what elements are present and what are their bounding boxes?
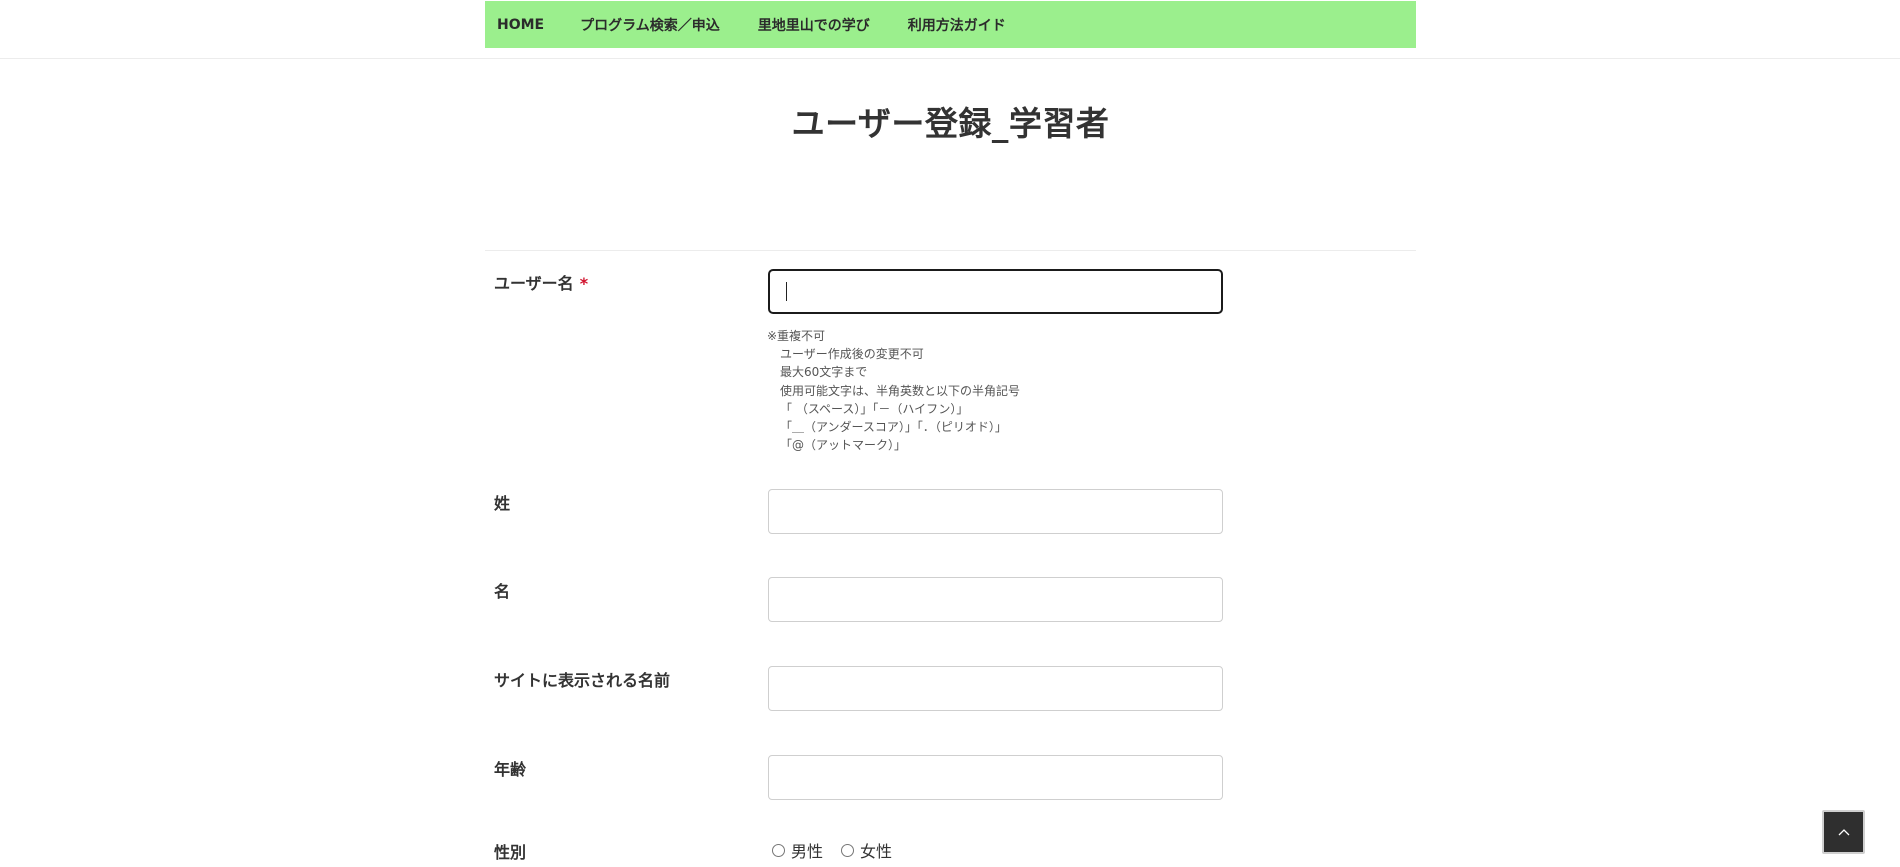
- nav-program-search-link[interactable]: プログラム検索／申込: [580, 15, 720, 35]
- help-line: ※重複不可: [767, 329, 826, 343]
- help-line: 使用可能文字は、半角英数と以下の半角記号: [780, 383, 1021, 398]
- required-mark: *: [579, 274, 589, 293]
- help-line: 「＿（アンダースコア）」「．（ピリオド）」: [780, 420, 1007, 435]
- age-label: 年齢: [494, 760, 527, 779]
- display-name-input[interactable]: [768, 666, 1223, 711]
- username-help-text: ※重複不可 ユーザー作成後の変更不可 最大60文字まで 使用可能文字は、半角英数…: [767, 327, 1020, 454]
- back-to-top-button[interactable]: [1822, 810, 1865, 854]
- gender-option-label: 男性: [791, 842, 824, 861]
- display-name-label: サイトに表示される名前: [494, 671, 671, 690]
- age-input[interactable]: [768, 755, 1223, 800]
- help-line: ユーザー作成後の変更不可: [780, 347, 924, 362]
- username-label-text: ユーザー名: [494, 274, 574, 293]
- text-caret: [786, 282, 787, 301]
- nav-satoyama-learning-link[interactable]: 里地里山での学び: [758, 15, 870, 35]
- section-divider: [485, 250, 1416, 251]
- radio-button[interactable]: [841, 843, 855, 857]
- first-name-input[interactable]: [768, 577, 1223, 622]
- nav-usage-guide-link[interactable]: 利用方法ガイド: [908, 15, 1006, 35]
- nav-home-link[interactable]: HOME: [497, 17, 544, 33]
- radio-button[interactable]: [772, 843, 785, 857]
- gender-option-male[interactable]: 男性: [772, 838, 823, 862]
- help-line: 「 （スペース）」「－（ハイフン）」: [780, 401, 969, 416]
- page-title: ユーザー登録_学習者: [791, 104, 1110, 143]
- chevron-up-icon: [1838, 828, 1850, 836]
- first-name-label: 名: [494, 582, 511, 601]
- username-label: ユーザー名 *: [494, 270, 588, 294]
- header-bar: HOME プログラム検索／申込 里地里山での学び 利用方法ガイド: [0, 0, 1900, 59]
- last-name-input[interactable]: [768, 489, 1223, 534]
- gender-option-female[interactable]: 女性: [841, 838, 892, 862]
- gender-option-label: 女性: [860, 842, 893, 861]
- gender-label: 性別: [494, 843, 527, 862]
- help-line: 「@（アットマーク）」: [780, 438, 907, 453]
- last-name-label: 姓: [494, 494, 511, 513]
- gender-radio-group: 男性 女性: [772, 838, 910, 862]
- username-input[interactable]: [768, 269, 1223, 314]
- help-line: 最大60文字まで: [780, 365, 868, 380]
- main-nav: HOME プログラム検索／申込 里地里山での学び 利用方法ガイド: [485, 1, 1416, 48]
